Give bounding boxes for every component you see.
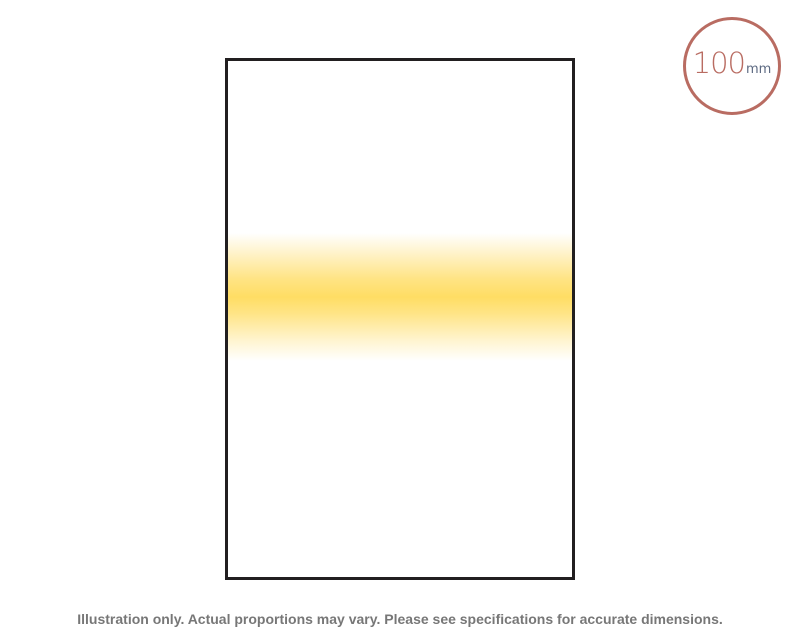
size-badge: 100 mm [683, 17, 781, 115]
size-number: 100 [692, 46, 746, 80]
size-unit: mm [746, 62, 772, 77]
disclaimer-text: Illustration only. Actual proportions ma… [77, 611, 723, 627]
filter-illustration [225, 58, 575, 580]
size-badge-label: 100 mm [693, 46, 772, 80]
yellow-graduated-band [228, 233, 572, 361]
